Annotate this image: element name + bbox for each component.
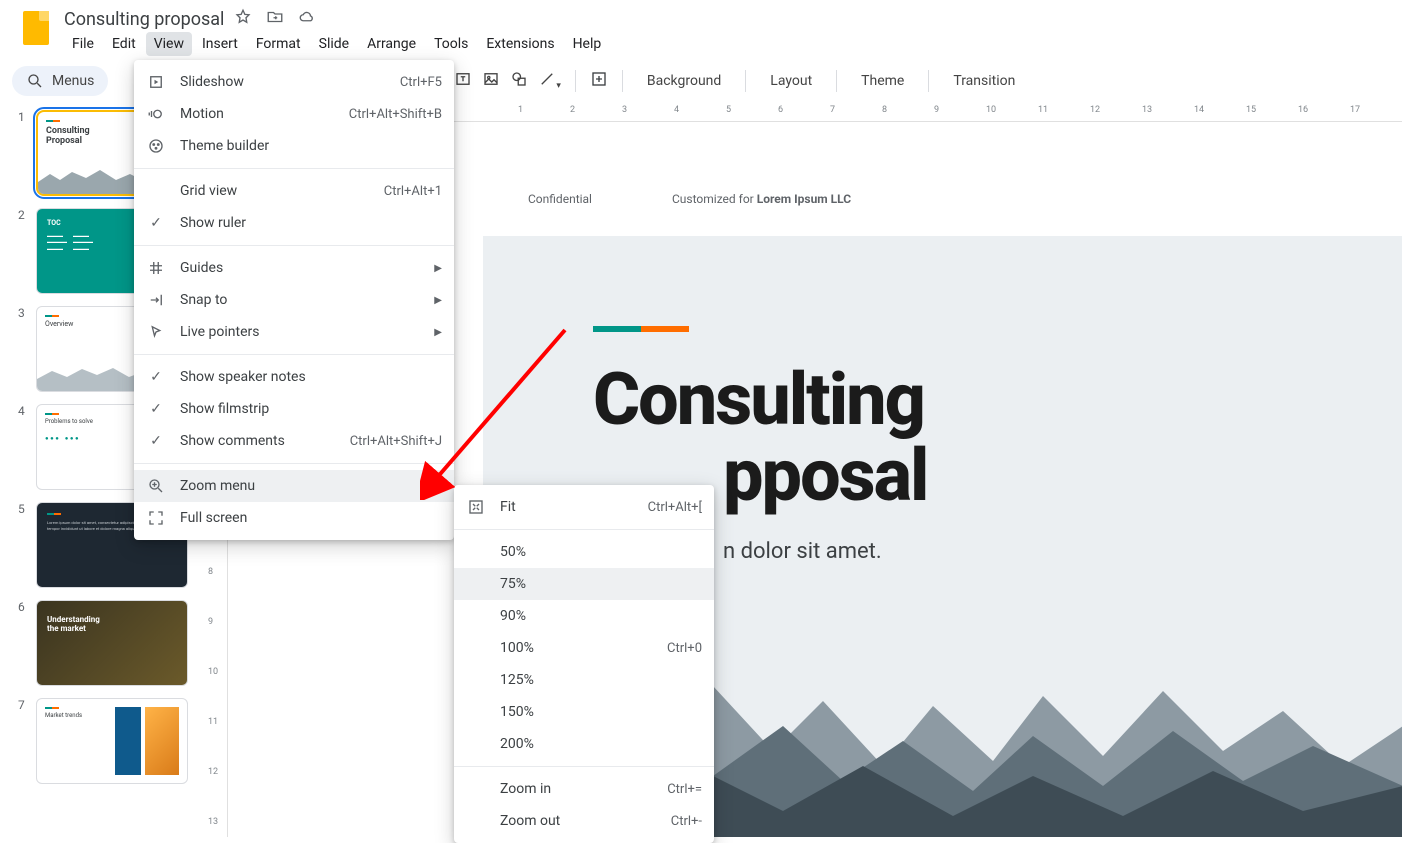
menu-live-pointers[interactable]: Live pointers▶ [134,316,454,348]
view-dropdown: SlideshowCtrl+F5 MotionCtrl+Alt+Shift+B … [134,60,454,540]
check-icon: ✓ [146,369,166,385]
zoom-out[interactable]: Zoom outCtrl+- [454,805,714,837]
zoom-100[interactable]: 100%Ctrl+0 [454,632,714,664]
comment-add-icon[interactable] [590,70,608,92]
theme-button[interactable]: Theme [851,67,914,95]
app-header: Consulting proposal File Edit View Inser… [0,0,1402,60]
menu-show-comments[interactable]: ✓Show commentsCtrl+Alt+Shift+J [134,425,454,457]
slide-subtitle[interactable]: n dolor sit amet. [593,539,1402,564]
menu-slide[interactable]: Slide [311,32,357,56]
menu-snap-to[interactable]: Snap to▶ [134,284,454,316]
slide-thumb-7[interactable]: Market trends [36,698,188,784]
transition-button[interactable]: Transition [943,67,1025,95]
line-icon[interactable]: ▾ [538,70,561,92]
star-icon[interactable] [234,8,252,30]
zoom-50[interactable]: 50% [454,536,714,568]
menu-motion[interactable]: MotionCtrl+Alt+Shift+B [134,98,454,130]
menu-show-speaker-notes[interactable]: ✓Show speaker notes [134,361,454,393]
search-icon [26,72,44,90]
menus-search[interactable]: Menus [12,66,108,96]
menu-zoom[interactable]: Zoom menu▶ [134,470,454,502]
menu-edit[interactable]: Edit [104,32,144,56]
move-icon[interactable] [266,8,284,30]
menu-guides[interactable]: Guides▶ [134,252,454,284]
zoom-125[interactable]: 125% [454,664,714,696]
textbox-icon[interactable] [454,70,472,92]
menu-bar: File Edit View Insert Format Slide Arran… [64,32,1386,56]
menu-show-filmstrip[interactable]: ✓Show filmstrip [134,393,454,425]
layout-button[interactable]: Layout [760,67,822,95]
fullscreen-icon [146,509,166,527]
zoom-in[interactable]: Zoom inCtrl+= [454,773,714,805]
menu-show-ruler[interactable]: ✓Show ruler [134,207,454,239]
menu-view[interactable]: View [146,32,192,56]
fit-icon [466,498,486,516]
slide-thumb-6[interactable]: Understanding the market [36,600,188,686]
menu-theme-builder[interactable]: Theme builder [134,130,454,162]
check-icon: ✓ [146,433,166,449]
shape-icon[interactable] [510,70,528,92]
check-icon: ✓ [146,401,166,417]
menu-format[interactable]: Format [248,32,309,56]
menu-file[interactable]: File [64,32,102,56]
cloud-status-icon[interactable] [298,8,316,30]
menu-grid-view[interactable]: Grid viewCtrl+Alt+1 [134,175,454,207]
menu-help[interactable]: Help [565,32,610,56]
zoom-150[interactable]: 150% [454,696,714,728]
document-title[interactable]: Consulting proposal [64,9,224,30]
zoom-submenu: FitCtrl+Alt+[ 50% 75% 90% 100%Ctrl+0 125… [454,485,714,843]
menu-slideshow[interactable]: SlideshowCtrl+F5 [134,66,454,98]
slide-customized: Customized for Lorem Ipsum LLC [672,192,851,206]
app-logo[interactable] [16,8,56,48]
image-icon[interactable] [482,70,500,92]
zoom-200[interactable]: 200% [454,728,714,760]
zoom-fit[interactable]: FitCtrl+Alt+[ [454,491,714,523]
check-icon: ✓ [146,215,166,231]
accent-bar [593,326,689,332]
menu-insert[interactable]: Insert [194,32,246,56]
zoom-75[interactable]: 75% [454,568,714,600]
menus-search-label: Menus [52,73,94,89]
menu-arrange[interactable]: Arrange [359,32,424,56]
slide-title[interactable]: Consulting pposal [593,362,1402,513]
menu-full-screen[interactable]: Full screen [134,502,454,534]
zoom-90[interactable]: 90% [454,600,714,632]
menu-tools[interactable]: Tools [426,32,476,56]
slide-confidential: Confidential [528,192,592,206]
menu-extensions[interactable]: Extensions [478,32,562,56]
zoom-icon [146,477,166,495]
background-button[interactable]: Background [637,67,731,95]
